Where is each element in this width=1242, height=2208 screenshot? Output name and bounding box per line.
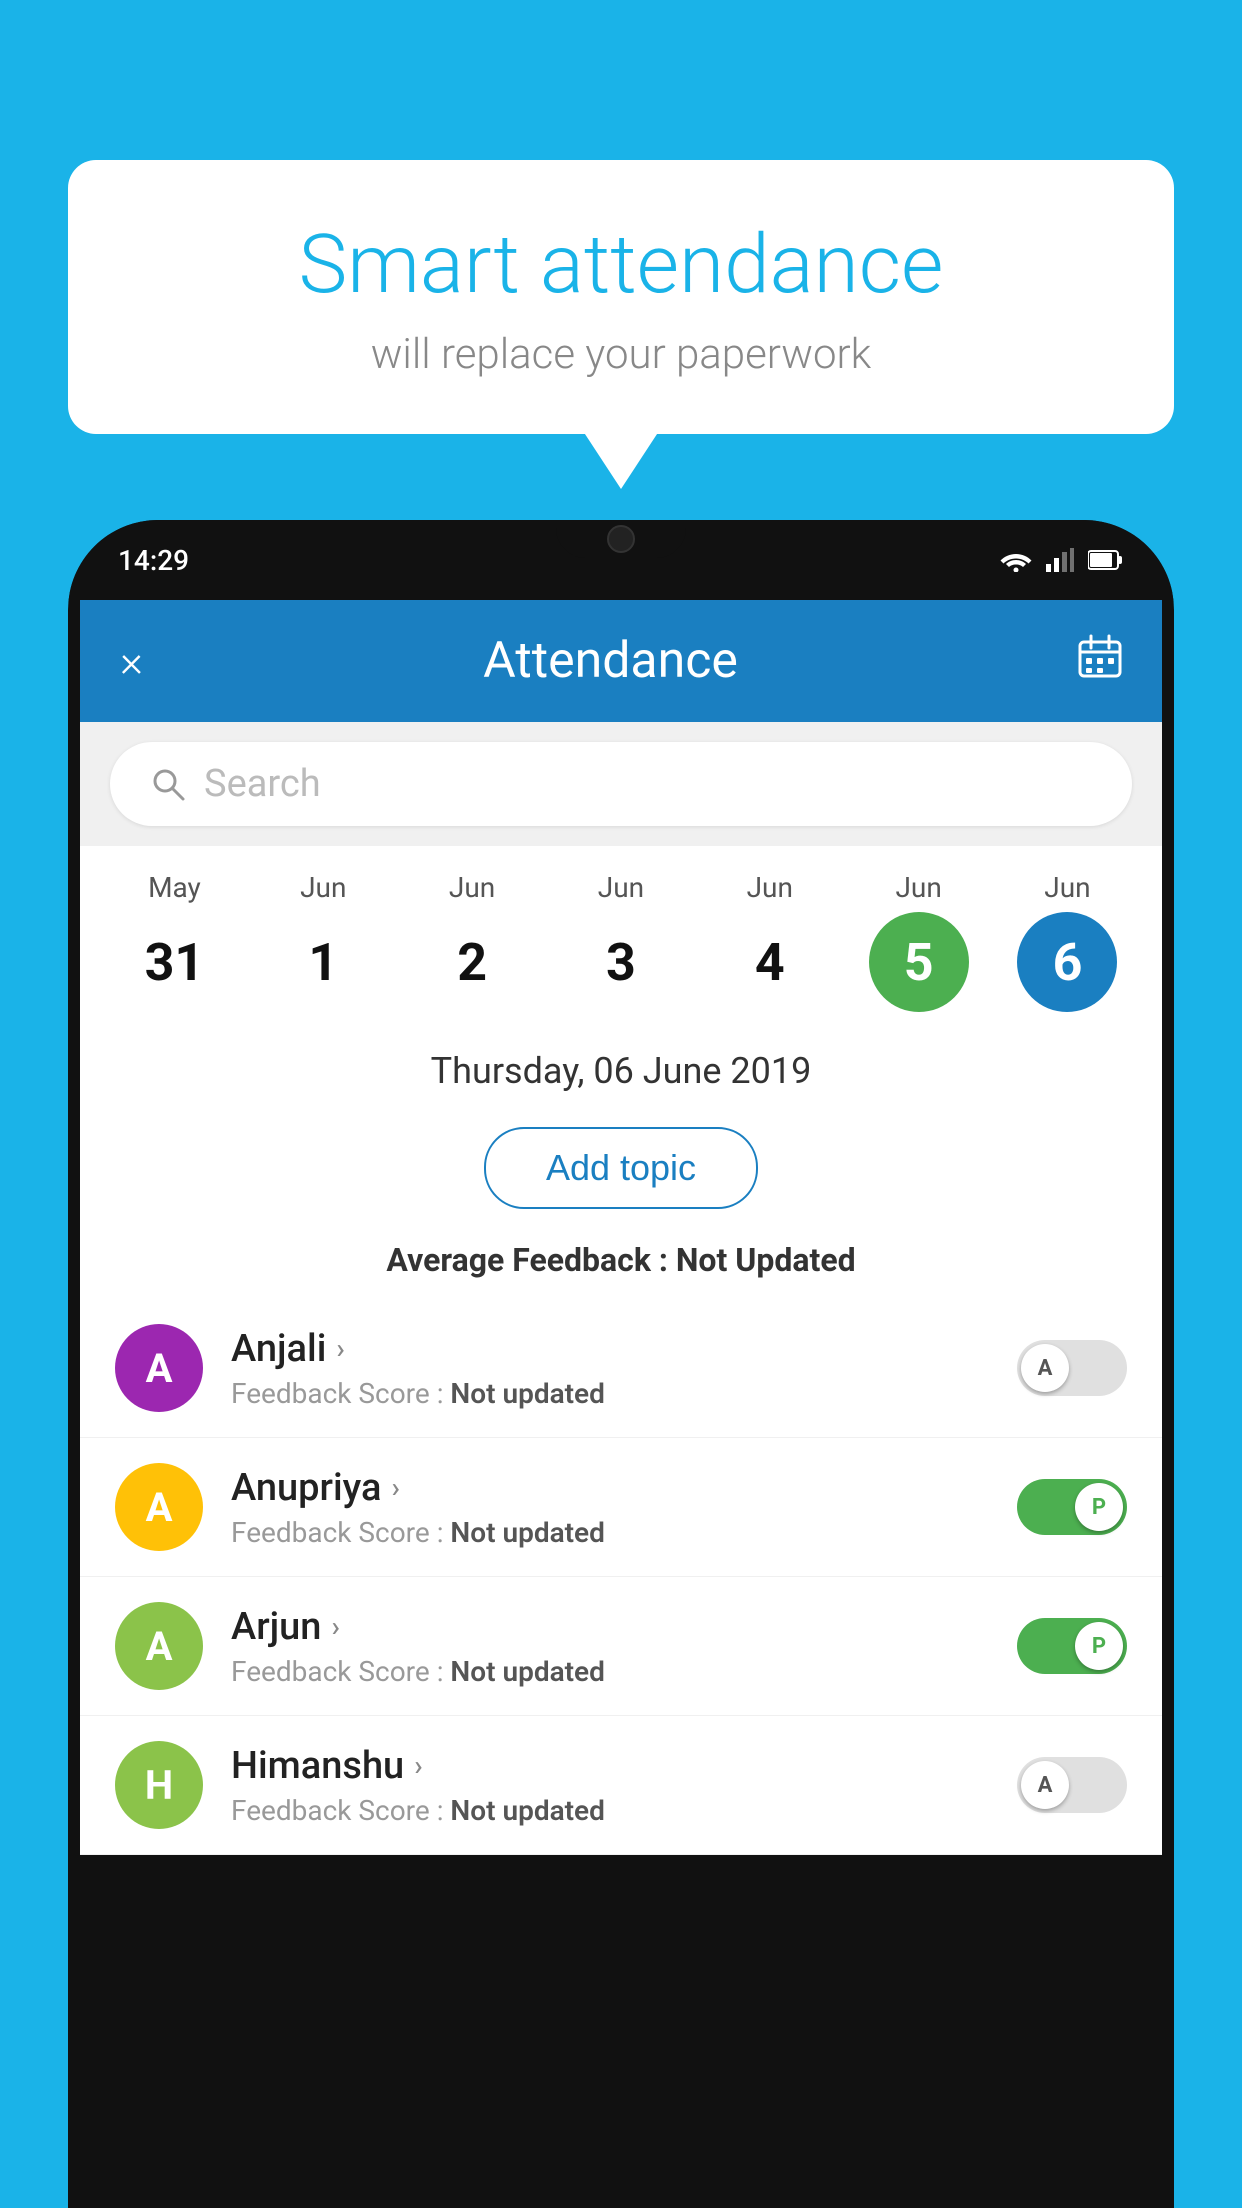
student-list: A Anjali › Feedback Score : Not updated … [80, 1299, 1162, 1855]
calendar-row: May 31 Jun 1 Jun 2 Jun 3 Jun 4 Jun 5 [80, 846, 1162, 1022]
search-placeholder: Search [204, 762, 321, 806]
toggle-anjali[interactable]: A [1017, 1340, 1127, 1396]
notch [556, 520, 686, 558]
phone-frame: 14:29 × [68, 520, 1174, 2208]
close-button[interactable]: × [120, 635, 143, 687]
chevron-icon: › [391, 1471, 399, 1504]
speech-bubble: Smart attendance will replace your paper… [68, 160, 1174, 434]
student-name-himanshu[interactable]: Himanshu › [231, 1744, 1017, 1788]
avatar-anupriya: A [115, 1463, 203, 1551]
search-icon [150, 766, 186, 802]
student-feedback-himanshu: Feedback Score : Not updated [231, 1794, 1017, 1827]
avatar-arjun: A [115, 1602, 203, 1690]
student-info-anupriya: Anupriya › Feedback Score : Not updated [231, 1466, 1017, 1549]
avatar-himanshu: H [115, 1741, 203, 1829]
student-item-arjun: A Arjun › Feedback Score : Not updated P [80, 1577, 1162, 1716]
search-section: Search [80, 722, 1162, 846]
avg-feedback-label: Average Feedback : [386, 1241, 668, 1279]
student-info-anjali: Anjali › Feedback Score : Not updated [231, 1327, 1017, 1410]
speech-bubble-title: Smart attendance [128, 220, 1114, 310]
toggle-arjun[interactable]: P [1017, 1618, 1127, 1674]
cal-day-1[interactable]: Jun 1 [263, 871, 383, 1012]
toggle-anupriya[interactable]: P [1017, 1479, 1127, 1535]
app-screen: × Attendance [80, 600, 1162, 1855]
speech-bubble-subtitle: will replace your paperwork [128, 330, 1114, 379]
student-name-arjun[interactable]: Arjun › [231, 1605, 1017, 1649]
calendar-icon[interactable] [1078, 634, 1122, 689]
toolbar-title: Attendance [483, 632, 738, 690]
cal-day-3[interactable]: Jun 3 [561, 871, 681, 1012]
student-info-arjun: Arjun › Feedback Score : Not updated [231, 1605, 1017, 1688]
cal-day-6[interactable]: Jun 6 [1007, 871, 1127, 1012]
student-name-anjali[interactable]: Anjali › [231, 1327, 1017, 1371]
cal-day-2[interactable]: Jun 2 [412, 871, 532, 1012]
student-item-anjali: A Anjali › Feedback Score : Not updated … [80, 1299, 1162, 1438]
avatar-anjali: A [115, 1324, 203, 1412]
chevron-icon: › [414, 1749, 422, 1782]
student-item-anupriya: A Anupriya › Feedback Score : Not update… [80, 1438, 1162, 1577]
avg-feedback-value: Not Updated [676, 1241, 856, 1279]
search-input[interactable]: Search [110, 742, 1132, 826]
add-topic-section: Add topic [80, 1112, 1162, 1229]
camera [607, 525, 635, 553]
cal-day-4[interactable]: Jun 4 [710, 871, 830, 1012]
add-topic-button[interactable]: Add topic [484, 1127, 758, 1209]
student-item-himanshu: H Himanshu › Feedback Score : Not update… [80, 1716, 1162, 1855]
avg-feedback: Average Feedback : Not Updated [80, 1229, 1162, 1299]
student-info-himanshu: Himanshu › Feedback Score : Not updated [231, 1744, 1017, 1827]
status-icons [1000, 548, 1124, 572]
battery-icon [1088, 549, 1124, 571]
student-feedback-arjun: Feedback Score : Not updated [231, 1655, 1017, 1688]
status-bar: 14:29 [68, 520, 1174, 600]
chevron-icon: › [331, 1610, 339, 1643]
signal-icon [1046, 548, 1074, 572]
selected-date: Thursday, 06 June 2019 [80, 1022, 1162, 1112]
chevron-icon: › [336, 1332, 344, 1365]
status-time: 14:29 [118, 544, 189, 577]
student-feedback-anjali: Feedback Score : Not updated [231, 1377, 1017, 1410]
student-feedback-anupriya: Feedback Score : Not updated [231, 1516, 1017, 1549]
cal-day-0[interactable]: May 31 [114, 871, 234, 1012]
toggle-himanshu[interactable]: A [1017, 1757, 1127, 1813]
wifi-icon [1000, 548, 1032, 572]
app-toolbar: × Attendance [80, 600, 1162, 722]
cal-day-5[interactable]: Jun 5 [859, 871, 979, 1012]
student-name-anupriya[interactable]: Anupriya › [231, 1466, 1017, 1510]
